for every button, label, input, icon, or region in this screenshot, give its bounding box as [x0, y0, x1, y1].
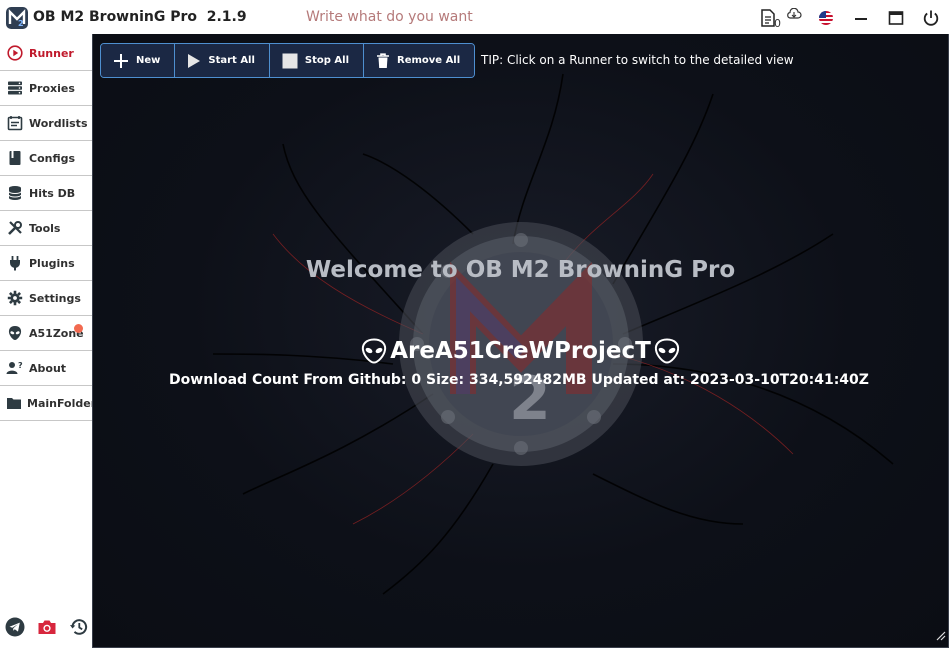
title-bar: 2 OB M2 BrowninG Pro 2.1.9 0	[0, 0, 950, 34]
svg-text:?: ?	[18, 361, 23, 370]
telegram-icon[interactable]	[4, 616, 26, 638]
book-icon	[6, 149, 24, 167]
welcome-title: Welcome to OB M2 BrowninG Pro	[305, 257, 736, 283]
alien-icon	[6, 324, 24, 342]
runner-toolbar: New Start All Stop All Remove All	[100, 43, 476, 78]
stop-all-label: Stop All	[304, 55, 350, 66]
sidebar-item-plugins[interactable]: Plugins	[0, 246, 92, 281]
server-icon	[6, 79, 24, 97]
tools-icon	[6, 219, 24, 237]
new-button[interactable]: New	[101, 44, 176, 77]
us-flag-icon[interactable]	[815, 7, 837, 29]
sidebar-item-label: Settings	[29, 291, 81, 305]
sidebar-item-label: Configs	[29, 151, 76, 165]
start-all-label: Start All	[208, 55, 255, 66]
maximize-icon[interactable]	[885, 7, 907, 29]
sidebar-item-about[interactable]: ? About	[0, 351, 92, 386]
stop-all-button[interactable]: Stop All	[269, 44, 365, 77]
start-all-button[interactable]: Start All	[175, 44, 270, 77]
github-stats: Download Count From Github: 0 Size: 334,…	[169, 372, 869, 388]
sidebar-item-settings[interactable]: Settings	[0, 281, 92, 316]
power-icon[interactable]	[920, 7, 942, 29]
crew-name: AreA51CreWProjecT	[390, 338, 651, 364]
sidebar-item-label: Proxies	[29, 81, 75, 95]
resize-grip-icon[interactable]	[934, 626, 946, 645]
new-button-label: New	[136, 55, 161, 66]
user-question-icon: ?	[6, 359, 24, 377]
database-icon	[6, 184, 24, 202]
sidebar: Runner Proxies Wordlists Configs Hits DB…	[0, 36, 96, 650]
sidebar-item-label: About	[29, 361, 67, 375]
tip-text: TIP: Click on a Runner to switch to the …	[481, 53, 794, 67]
app-logo: 2	[6, 7, 28, 29]
play-circle-icon	[6, 44, 24, 62]
alien-icon	[653, 338, 681, 364]
sidebar-item-proxies[interactable]: Proxies	[0, 71, 92, 106]
stop-icon	[282, 53, 298, 69]
remove-all-button[interactable]: Remove All	[364, 44, 475, 77]
minimize-icon[interactable]	[850, 7, 872, 29]
notification-badge	[74, 324, 83, 333]
history-icon[interactable]	[68, 616, 90, 638]
crew-banner: AreA51CreWProjecT	[93, 338, 948, 364]
download-count: 0	[774, 17, 781, 30]
sidebar-item-a51zone[interactable]: A51Zone	[0, 316, 92, 351]
sidebar-item-wordlists[interactable]: Wordlists	[0, 106, 92, 141]
sidebar-item-tools[interactable]: Tools	[0, 211, 92, 246]
sidebar-item-mainfolder[interactable]: MainFolder	[0, 386, 96, 421]
alien-icon	[360, 338, 388, 364]
cloud-download-icon[interactable]	[786, 3, 802, 25]
sidebar-item-configs[interactable]: Configs	[0, 141, 92, 176]
camera-icon[interactable]	[36, 616, 58, 638]
calendar-list-icon	[6, 114, 24, 132]
gear-icon	[6, 289, 24, 307]
sidebar-item-runner[interactable]: Runner	[0, 36, 92, 71]
svg-text:2: 2	[18, 19, 24, 28]
document-icon[interactable]: 0	[757, 7, 781, 30]
play-icon	[187, 53, 201, 69]
sidebar-item-label: Wordlists	[29, 116, 88, 130]
search-input[interactable]	[306, 9, 606, 25]
sidebar-item-label: MainFolder	[27, 396, 97, 410]
sidebar-item-label: Hits DB	[29, 186, 76, 200]
remove-all-label: Remove All	[397, 55, 461, 66]
sidebar-item-label: Plugins	[29, 256, 75, 270]
plus-icon	[113, 53, 129, 69]
folder-icon	[6, 394, 22, 412]
sidebar-item-label: Tools	[29, 221, 61, 235]
sidebar-item-label: Runner	[29, 46, 74, 60]
sidebar-item-hits-db[interactable]: Hits DB	[0, 176, 92, 211]
trash-icon	[376, 52, 390, 69]
runner-panel: 2 New Start All Stop All Remove All TIP:…	[92, 34, 949, 648]
app-title: OB M2 BrowninG Pro 2.1.9	[33, 9, 247, 25]
plug-icon	[6, 254, 24, 272]
